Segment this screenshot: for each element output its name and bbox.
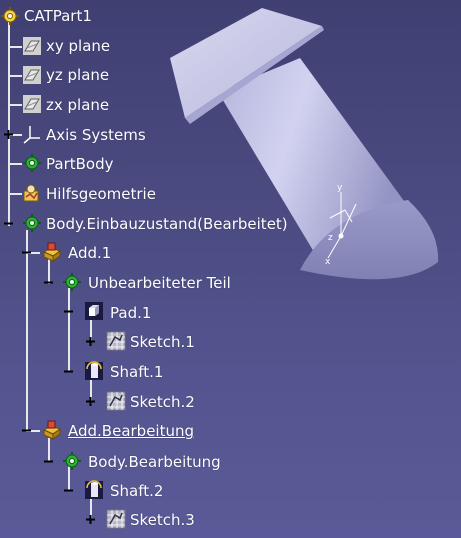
collapse-icon[interactable] — [62, 484, 75, 497]
tree-node-zx-plane[interactable]: zx plane — [46, 94, 109, 116]
boolean-add-icon[interactable] — [42, 242, 62, 262]
tree-node-sketch-1[interactable]: Sketch.1 — [130, 331, 195, 353]
part-gear-icon[interactable] — [0, 6, 20, 26]
tree-node-label: Body.Bearbeitung — [88, 453, 221, 471]
tree-connector — [8, 104, 22, 106]
collapse-icon[interactable] — [20, 246, 33, 259]
tree-node-label: Unbearbeiteter Teil — [88, 274, 231, 292]
tree-connector — [8, 193, 22, 195]
body-gear-icon[interactable] — [62, 451, 82, 471]
tree-node-add-bearbeitung[interactable]: Add.Bearbeitung — [68, 420, 194, 442]
tree-node-label: Add.Bearbeitung — [68, 422, 195, 440]
tree-node-unbearbeiteter-teil[interactable]: Unbearbeiteter Teil — [88, 272, 231, 294]
collapse-icon[interactable] — [42, 455, 55, 468]
tree-node-label: Sketch.2 — [130, 393, 195, 411]
tree-connector — [8, 163, 22, 165]
tree-node-sketch-3[interactable]: Sketch.3 — [130, 509, 195, 531]
body-gear-icon[interactable] — [62, 272, 82, 292]
collapse-icon[interactable] — [62, 365, 75, 378]
tree-connector — [8, 46, 22, 48]
shaft-icon[interactable] — [84, 361, 104, 381]
specification-tree: CATPart1 xy plane yz plane zx plane Axis… — [0, 0, 461, 538]
tree-connector — [8, 75, 22, 77]
collapse-icon[interactable] — [2, 217, 15, 230]
expand-icon[interactable] — [2, 128, 15, 141]
sketch-icon[interactable] — [106, 331, 126, 351]
collapse-icon[interactable] — [20, 424, 33, 437]
tree-node-label: PartBody — [46, 155, 114, 173]
plane-icon[interactable] — [22, 65, 42, 85]
body-gear-icon[interactable] — [22, 153, 42, 173]
tree-node-label: Hilfsgeometrie — [46, 185, 156, 203]
sketch-icon[interactable] — [106, 391, 126, 411]
tree-node-label: Pad.1 — [110, 304, 152, 322]
tree-node-xy-plane[interactable]: xy plane — [46, 35, 110, 57]
tree-node-label: zx plane — [46, 96, 110, 114]
tree-node-body-einbauzustand[interactable]: Body.Einbauzustand(Bearbeitet) — [46, 213, 288, 235]
geometrical-set-icon[interactable] — [22, 183, 42, 203]
expand-icon[interactable] — [84, 395, 97, 408]
tree-node-label: yz plane — [46, 66, 110, 84]
expand-icon[interactable] — [84, 335, 97, 348]
collapse-icon[interactable] — [42, 276, 55, 289]
tree-node-label: Add.1 — [68, 244, 112, 262]
tree-node-label: Sketch.3 — [130, 511, 195, 529]
tree-node-label: CATPart1 — [24, 7, 92, 25]
tree-node-body-bearbeitung[interactable]: Body.Bearbeitung — [88, 451, 221, 473]
tree-node-yz-plane[interactable]: yz plane — [46, 64, 109, 86]
sketch-icon[interactable] — [106, 509, 126, 529]
tree-node-sketch-2[interactable]: Sketch.2 — [130, 391, 195, 413]
tree-node-add-1[interactable]: Add.1 — [68, 242, 111, 264]
tree-node-axis-systems[interactable]: Axis Systems — [46, 124, 146, 146]
tree-node-pad-1[interactable]: Pad.1 — [110, 302, 151, 324]
body-gear-icon[interactable] — [22, 213, 42, 233]
tree-connector — [26, 230, 28, 430]
tree-node-label: Shaft.1 — [110, 363, 164, 381]
tree-node-root[interactable]: CATPart1 — [24, 5, 92, 27]
tree-connector — [68, 288, 70, 372]
tree-node-label: Sketch.1 — [130, 333, 195, 351]
tree-node-shaft-2[interactable]: Shaft.2 — [110, 480, 163, 502]
tree-connector — [8, 20, 10, 226]
tree-node-label: xy plane — [46, 37, 111, 55]
expand-icon[interactable] — [84, 513, 97, 526]
tree-node-hilfsgeometrie[interactable]: Hilfsgeometrie — [46, 183, 156, 205]
axis-system-icon[interactable] — [22, 124, 42, 144]
tree-node-partbody[interactable]: PartBody — [46, 153, 113, 175]
boolean-add-icon[interactable] — [42, 420, 62, 440]
plane-icon[interactable] — [22, 94, 42, 114]
collapse-icon[interactable] — [62, 305, 75, 318]
tree-node-label: Axis Systems — [46, 126, 146, 144]
pad-icon[interactable] — [84, 301, 104, 321]
tree-node-label: Body.Einbauzustand(Bearbeitet) — [46, 215, 288, 233]
tree-node-shaft-1[interactable]: Shaft.1 — [110, 361, 163, 383]
shaft-icon[interactable] — [84, 480, 104, 500]
plane-icon[interactable] — [22, 36, 42, 56]
tree-node-label: Shaft.2 — [110, 482, 164, 500]
